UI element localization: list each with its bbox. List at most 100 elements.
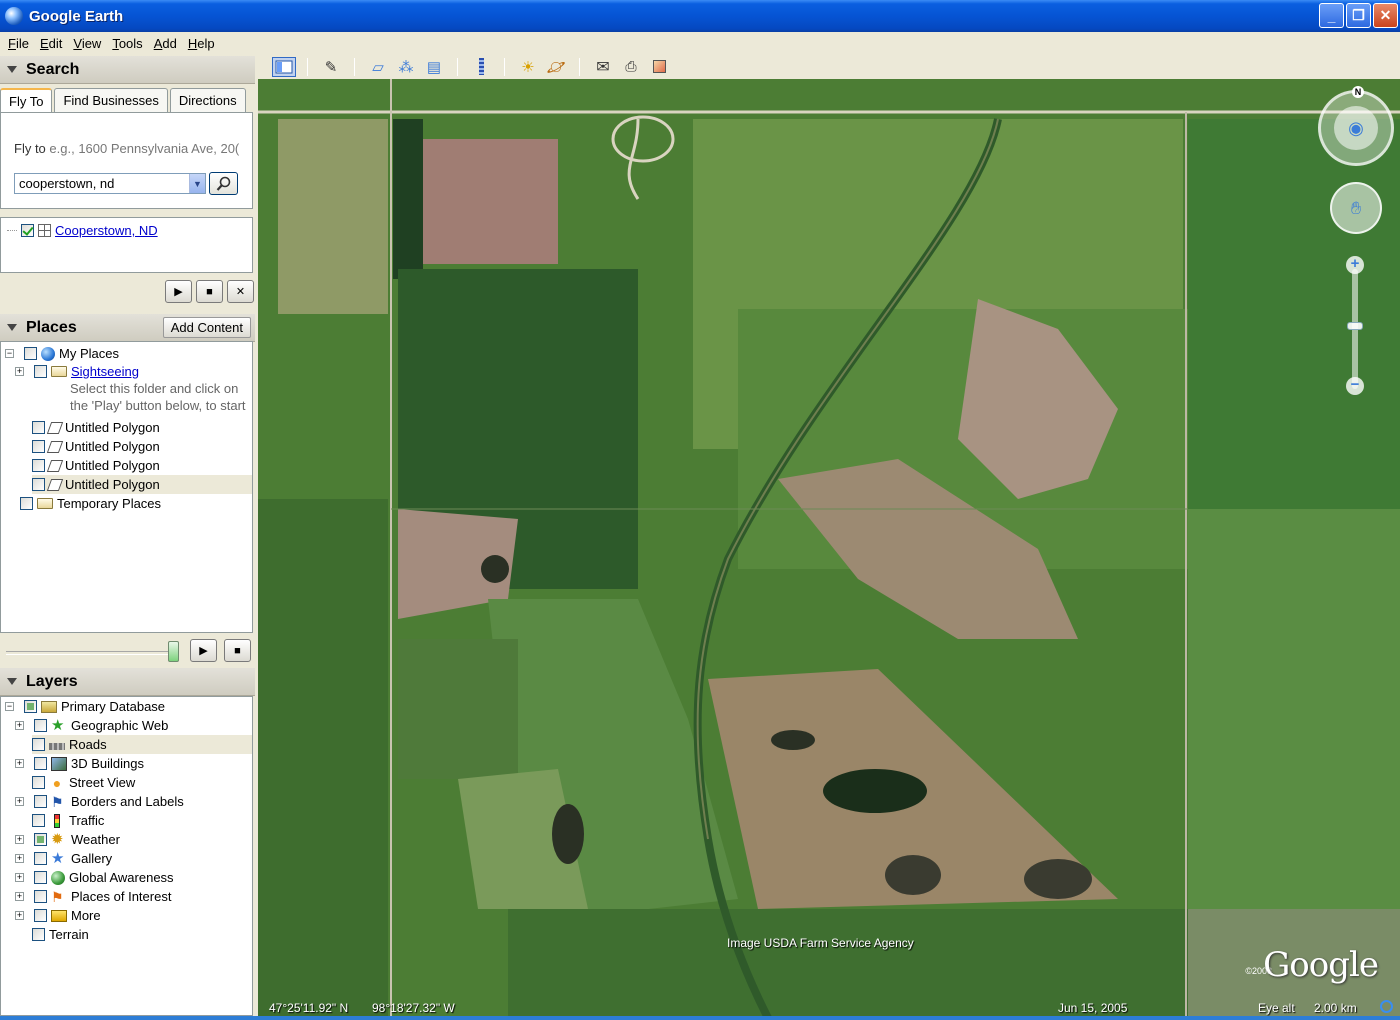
menu-file[interactable]: File <box>4 36 36 51</box>
checkbox[interactable] <box>32 738 45 751</box>
layer-more[interactable]: + More <box>15 906 101 925</box>
stop-button[interactable]: ■ <box>196 280 223 303</box>
look-joystick[interactable]: N ◉ <box>1318 86 1394 166</box>
tab-find-businesses[interactable]: Find Businesses <box>54 88 168 112</box>
menu-add[interactable]: Add <box>150 36 184 51</box>
places-panel-header[interactable]: Places Add Content <box>0 314 255 342</box>
zoom-slider-thumb[interactable] <box>1347 322 1363 330</box>
layer-places-of-interest[interactable]: + ⚑ Places of Interest <box>15 887 171 906</box>
layer-roads[interactable]: Roads <box>32 735 252 754</box>
sunlight-button[interactable]: ☀ <box>516 57 540 77</box>
expand-icon[interactable]: + <box>15 721 24 730</box>
play-tour-button[interactable]: ▶ <box>190 639 217 662</box>
checkbox[interactable] <box>24 347 37 360</box>
stop-tour-button[interactable]: ■ <box>224 639 251 662</box>
tour-slider-track[interactable] <box>6 651 176 655</box>
layer-3d-buildings[interactable]: + 3D Buildings <box>15 754 144 773</box>
layer-borders-and-labels[interactable]: + ⚑ Borders and Labels <box>15 792 184 811</box>
close-button[interactable]: ✕ <box>1373 3 1398 28</box>
sidebar-toggle-button[interactable] <box>272 56 296 77</box>
add-path-button[interactable]: ⁂ <box>394 57 418 77</box>
layer-geographic-web[interactable]: + ★ Geographic Web <box>15 716 168 735</box>
tree-item-polygon[interactable]: Untitled Polygon <box>32 456 160 475</box>
tree-item-polygon[interactable]: Untitled Polygon <box>32 437 160 456</box>
ruler-button[interactable] <box>469 57 493 77</box>
checkbox[interactable] <box>32 440 45 453</box>
tree-item-my-places[interactable]: − My Places <box>5 344 119 363</box>
tree-item-sightseeing[interactable]: + Sightseeing <box>15 362 139 381</box>
checkbox[interactable] <box>32 478 45 491</box>
add-content-button[interactable]: Add Content <box>162 317 251 338</box>
fly-to-input[interactable]: cooperstown, nd ▼ <box>14 173 206 194</box>
collapse-icon[interactable]: − <box>5 349 14 358</box>
layer-global-awareness[interactable]: + Global Awareness <box>15 868 174 887</box>
collapse-triangle-icon[interactable] <box>7 678 17 685</box>
add-image-overlay-button[interactable]: ▤ <box>422 57 446 77</box>
tab-directions[interactable]: Directions <box>169 88 246 112</box>
checkbox[interactable] <box>34 365 47 378</box>
checkbox[interactable] <box>34 833 47 846</box>
collapse-triangle-icon[interactable] <box>7 324 17 331</box>
menu-help[interactable]: Help <box>184 36 222 51</box>
search-panel-header[interactable]: Search <box>0 56 255 84</box>
checkbox[interactable] <box>34 757 47 770</box>
search-result-item[interactable]: Cooperstown, ND <box>7 223 158 238</box>
expand-icon[interactable]: + <box>15 854 24 863</box>
checkbox[interactable] <box>34 909 47 922</box>
tour-slider-thumb[interactable] <box>168 641 179 662</box>
expand-icon[interactable]: + <box>15 911 24 920</box>
print-button[interactable]: ⎙ <box>619 57 643 77</box>
chevron-down-icon[interactable]: ▼ <box>189 174 205 193</box>
tree-item-temporary-places[interactable]: Temporary Places <box>20 494 161 513</box>
zoom-in-button[interactable]: + <box>1346 256 1364 274</box>
layer-weather[interactable]: + ✹ Weather <box>15 830 120 849</box>
checkbox[interactable] <box>34 890 47 903</box>
add-placemark-button[interactable]: ✎ <box>319 57 343 77</box>
checkbox[interactable] <box>32 814 45 827</box>
checkbox[interactable] <box>34 871 47 884</box>
expand-icon[interactable]: + <box>15 892 24 901</box>
move-joystick[interactable]: ✋︎ <box>1330 182 1382 234</box>
collapse-icon[interactable]: − <box>5 702 14 711</box>
eye-icon[interactable]: ◉ <box>1334 106 1378 150</box>
expand-icon[interactable]: + <box>15 873 24 882</box>
checkbox[interactable] <box>34 852 47 865</box>
zoom-out-button[interactable]: − <box>1346 377 1364 395</box>
checkbox[interactable] <box>34 795 47 808</box>
search-result-link[interactable]: Cooperstown, ND <box>55 223 158 238</box>
layer-gallery[interactable]: + ★ Gallery <box>15 849 112 868</box>
play-button[interactable]: ▶ <box>165 280 192 303</box>
collapse-triangle-icon[interactable] <box>7 66 17 73</box>
expand-icon[interactable]: + <box>15 835 24 844</box>
email-button[interactable]: ✉ <box>591 57 615 77</box>
view-in-maps-button[interactable] <box>647 57 671 77</box>
compass-north-indicator[interactable]: N <box>1352 86 1364 98</box>
title-bar[interactable]: Google Earth _ ❐ ✕ <box>0 0 1400 32</box>
menu-tools[interactable]: Tools <box>108 36 149 51</box>
clear-results-button[interactable]: ✕ <box>227 280 254 303</box>
tree-item-polygon[interactable]: Untitled Polygon <box>32 418 160 437</box>
layer-terrain[interactable]: Terrain <box>32 925 89 944</box>
checkbox[interactable] <box>32 928 45 941</box>
checkbox[interactable] <box>32 459 45 472</box>
checkbox[interactable] <box>20 497 33 510</box>
tree-item-label[interactable]: Sightseeing <box>71 364 139 379</box>
checkbox[interactable] <box>32 776 45 789</box>
expand-icon[interactable]: + <box>15 759 24 768</box>
tree-item-polygon-selected[interactable]: Untitled Polygon <box>32 475 252 494</box>
layer-primary-database[interactable]: − Primary Database <box>5 697 165 716</box>
layer-street-view[interactable]: ● Street View <box>32 773 135 792</box>
switch-to-sky-button[interactable]: 🪐︎ <box>544 57 568 77</box>
expand-icon[interactable]: + <box>15 797 24 806</box>
result-checkbox[interactable] <box>21 224 34 237</box>
add-polygon-button[interactable]: ▱ <box>366 57 390 77</box>
tab-fly-to[interactable]: Fly To <box>0 88 53 113</box>
checkbox[interactable] <box>34 719 47 732</box>
layer-traffic[interactable]: Traffic <box>32 811 104 830</box>
menu-edit[interactable]: Edit <box>36 36 69 51</box>
layers-panel-header[interactable]: Layers <box>0 668 255 696</box>
expand-icon[interactable]: + <box>15 367 24 376</box>
checkbox[interactable] <box>32 421 45 434</box>
search-button[interactable] <box>209 172 238 195</box>
minimize-button[interactable]: _ <box>1319 3 1344 28</box>
